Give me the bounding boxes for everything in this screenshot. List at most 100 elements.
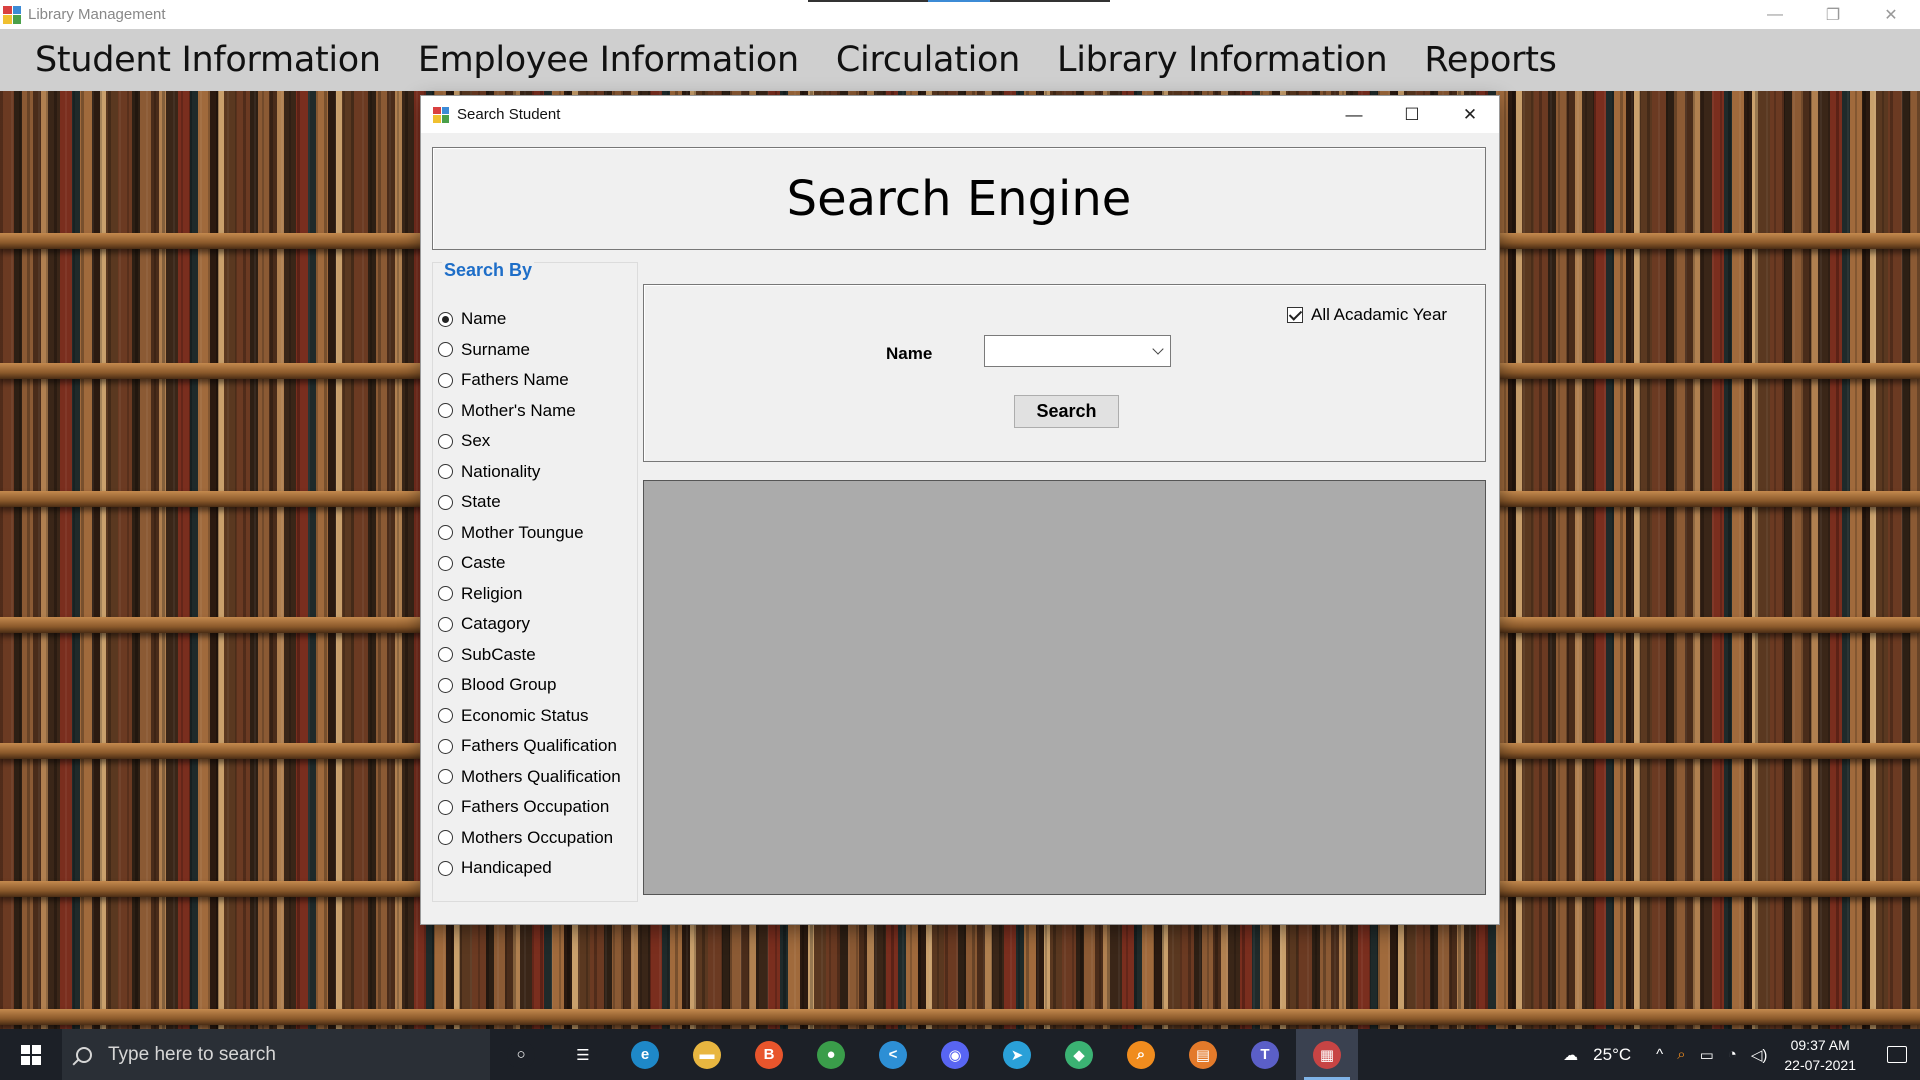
search-engine-heading: Search Engine [786, 170, 1132, 227]
radio-label: Catagory [461, 614, 530, 634]
radio-option[interactable]: Economic Status [438, 701, 621, 732]
radio-option[interactable]: Fathers Qualification [438, 731, 621, 762]
radio-option[interactable]: Caste [438, 548, 621, 579]
menu-reports[interactable]: Reports [1424, 40, 1556, 80]
taskbar-app[interactable]: ☰ [552, 1029, 614, 1080]
taskbar-app[interactable]: ➤ [986, 1029, 1048, 1080]
radio-label: Fathers Qualification [461, 736, 617, 756]
dialog-close-button[interactable]: ✕ [1441, 96, 1499, 133]
menu-employee-information[interactable]: Employee Information [418, 40, 799, 80]
radio-button[interactable] [438, 494, 453, 510]
discord-icon: ◉ [941, 1040, 969, 1069]
radio-label: Nationality [461, 461, 541, 481]
taskbar-app[interactable]: ▦ [1296, 1029, 1358, 1080]
radio-option[interactable]: Handicaped [438, 853, 621, 884]
chrome-icon: ● [817, 1040, 845, 1069]
taskbar-app[interactable]: e [614, 1029, 676, 1080]
taskbar-app[interactable]: T [1234, 1029, 1296, 1080]
notification-button[interactable] [1874, 1029, 1920, 1080]
start-button[interactable] [0, 1029, 62, 1080]
radio-button[interactable] [438, 586, 453, 602]
all-year-checkbox[interactable] [1287, 307, 1303, 323]
taskbar-search-box[interactable]: Type here to search [62, 1029, 490, 1080]
app-minimize-button[interactable]: — [1746, 0, 1804, 29]
radio-button[interactable] [438, 616, 453, 632]
telegram-icon: ➤ [1003, 1040, 1031, 1069]
menu-library-information[interactable]: Library Information [1057, 40, 1388, 80]
weather-icon[interactable]: ☁ [1563, 1046, 1578, 1064]
all-year-label: All Acadamic Year [1311, 305, 1448, 324]
dialog-icon [433, 106, 449, 123]
clock[interactable]: 09:37 AM 22-07-2021 [1784, 1035, 1856, 1075]
radio-option[interactable]: Mother's Name [438, 396, 621, 427]
radio-button[interactable] [438, 403, 453, 419]
radio-button[interactable] [438, 769, 453, 785]
radio-button[interactable] [438, 738, 453, 754]
taskbar-apps: ○ ☰ e ▬ B ● < ◉ ➤ ◆ ⌕ ▤ T ▦ [490, 1029, 1358, 1080]
volume-icon[interactable]: ◁) [1751, 1046, 1768, 1064]
wifi-icon[interactable]: ◔ [1728, 1046, 1737, 1063]
app-close-button[interactable]: ✕ [1862, 0, 1920, 29]
taskbar-app[interactable]: ◉ [924, 1029, 986, 1080]
tray-search-icon[interactable]: ⌕ [1677, 1046, 1685, 1063]
radio-option[interactable]: SubCaste [438, 640, 621, 671]
windows-icon [21, 1044, 41, 1065]
taskbar-app[interactable]: B [738, 1029, 800, 1080]
radio-option[interactable]: Mother Toungue [438, 518, 621, 549]
chevron-down-icon[interactable] [1152, 343, 1164, 355]
radio-option[interactable]: Nationality [438, 457, 621, 488]
radio-option[interactable]: Fathers Name [438, 365, 621, 396]
radio-button[interactable] [438, 464, 453, 480]
radio-button[interactable] [438, 433, 453, 449]
dialog-title: Search Student [457, 106, 561, 123]
menu-circulation[interactable]: Circulation [836, 40, 1020, 80]
radio-button[interactable] [438, 372, 453, 388]
radio-label: Handicaped [461, 858, 552, 878]
radio-option[interactable]: Religion [438, 579, 621, 610]
radio-label: Sex [461, 431, 491, 451]
taskbar-app[interactable]: ◆ [1048, 1029, 1110, 1080]
taskbar-app[interactable]: ● [800, 1029, 862, 1080]
radio-button[interactable] [438, 525, 453, 541]
taskbar-app[interactable]: ▬ [676, 1029, 738, 1080]
notification-icon [1887, 1046, 1907, 1063]
radio-button[interactable] [438, 799, 453, 815]
radio-button[interactable] [438, 311, 453, 327]
all-year-checkbox-row[interactable]: All Acadamic Year [1287, 305, 1447, 325]
radio-option[interactable]: Blood Group [438, 670, 621, 701]
radio-label: Mother Toungue [461, 522, 584, 542]
radio-button[interactable] [438, 342, 453, 358]
radio-option[interactable]: Mothers Qualification [438, 762, 621, 793]
radio-button[interactable] [438, 647, 453, 663]
menu-student-information[interactable]: Student Information [35, 40, 381, 80]
radio-label: State [461, 492, 501, 512]
radio-option[interactable]: Mothers Occupation [438, 823, 621, 854]
radio-button[interactable] [438, 708, 453, 724]
widgets-icon: ☰ [569, 1040, 597, 1069]
taskbar-app[interactable]: < [862, 1029, 924, 1080]
taskbar-app[interactable]: ○ [490, 1029, 552, 1080]
battery-icon[interactable]: ▭ [1700, 1046, 1714, 1064]
radio-button[interactable] [438, 555, 453, 571]
radio-button[interactable] [438, 830, 453, 846]
radio-button[interactable] [438, 677, 453, 693]
radio-button[interactable] [438, 860, 453, 876]
radio-option[interactable]: Surname [438, 335, 621, 366]
search-button[interactable]: Search [1014, 395, 1119, 428]
show-hidden-icons-icon[interactable]: ^ [1656, 1046, 1663, 1063]
radio-option[interactable]: Catagory [438, 609, 621, 640]
radio-option[interactable]: Sex [438, 426, 621, 457]
taskbar-app[interactable]: ▤ [1172, 1029, 1234, 1080]
name-combobox[interactable] [984, 335, 1171, 367]
app-restore-button[interactable]: ❐ [1804, 0, 1862, 29]
radio-option[interactable]: Name [438, 304, 621, 335]
dialog-minimize-button[interactable]: — [1325, 96, 1383, 133]
temperature[interactable]: 25°C [1593, 1045, 1631, 1065]
radio-option[interactable]: Fathers Occupation [438, 792, 621, 823]
search-icon [76, 1046, 92, 1063]
dialog-maximize-button[interactable]: ☐ [1383, 96, 1441, 133]
radio-option[interactable]: State [438, 487, 621, 518]
results-grid[interactable] [643, 480, 1486, 895]
taskbar-app[interactable]: ⌕ [1110, 1029, 1172, 1080]
system-tray: ☁ 25°C ^ ⌕ ▭ ◔ ◁) 09:37 AM 22-07-2021 [1556, 1029, 1920, 1080]
